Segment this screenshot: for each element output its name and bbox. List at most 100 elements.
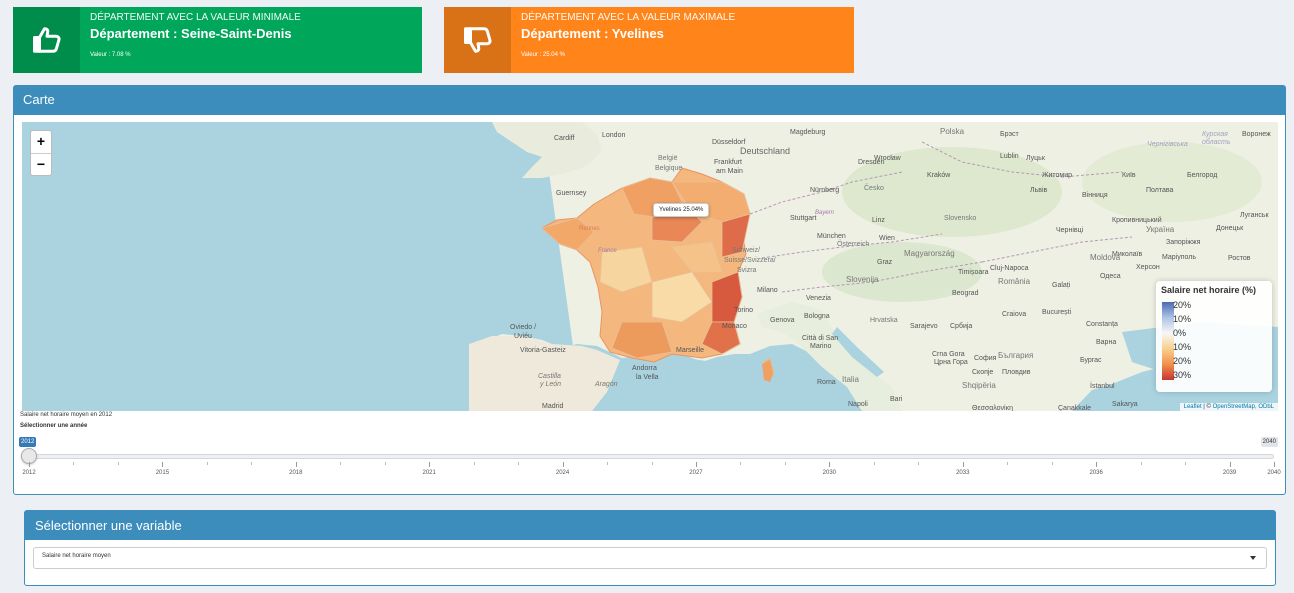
svg-text:Österreich: Österreich — [837, 240, 869, 248]
zoom-out-button[interactable]: − — [31, 153, 51, 175]
svg-text:Брэст: Брэст — [1000, 131, 1020, 138]
slider-current-value: 2012 — [19, 437, 37, 447]
svg-text:Graz: Graz — [877, 259, 893, 266]
svg-text:Θεσσαλονίκη: Θεσσαλονίκη — [972, 404, 1013, 411]
svg-text:Sarajevo: Sarajevo — [910, 323, 938, 330]
svg-text:Frankfurt: Frankfurt — [714, 159, 742, 166]
svg-text:Magdeburg: Magdeburg — [790, 129, 826, 136]
svg-text:München: München — [817, 233, 846, 240]
svg-text:Nürnberg: Nürnberg — [810, 187, 839, 194]
svg-text:France: France — [598, 248, 617, 254]
svg-text:Херсон: Херсон — [1136, 264, 1160, 271]
svg-text:Suisse/Svizzera/: Suisse/Svizzera/ — [724, 257, 776, 264]
legend-label: 10% — [1173, 342, 1192, 352]
min-box-value: Valeur : 7.08 % — [90, 52, 131, 58]
svg-text:Milano: Milano — [757, 287, 778, 294]
svg-text:Донецьк: Донецьк — [1216, 225, 1244, 232]
year-slider-label: Sélectionner une année — [20, 423, 88, 429]
slider-tick — [295, 462, 297, 467]
svg-text:Луганськ: Луганськ — [1240, 212, 1269, 219]
svg-text:Torino: Torino — [734, 307, 753, 314]
svg-text:Львів: Львів — [1030, 186, 1048, 194]
slider-tick-label: 2039 — [1222, 470, 1237, 476]
max-box-value: Valeur : 25.04 % — [521, 52, 565, 58]
svg-text:Çanakkale: Çanakkale — [1058, 405, 1091, 411]
svg-text:België: België — [658, 155, 678, 162]
legend-label: 30% — [1173, 370, 1192, 380]
slider-tick-label: 2015 — [155, 470, 170, 476]
thumbs-up-icon — [13, 7, 80, 73]
svg-text:Белгород: Белгород — [1187, 172, 1217, 179]
slider-tick — [251, 462, 253, 465]
svg-text:Magyarország: Magyarország — [904, 249, 955, 258]
svg-text:Timișoara: Timișoara — [958, 269, 989, 276]
leaflet-map[interactable]: Cardiff London Düsseldorf Deutschland Ma… — [22, 122, 1278, 411]
map-panel-header: Carte — [14, 86, 1285, 115]
max-value-infobox: DÉPARTEMENT AVEC LA VALEUR MAXIMALE Dépa… — [444, 7, 854, 73]
svg-text:Воронеж: Воронеж — [1242, 131, 1271, 138]
svg-text:Варна: Варна — [1096, 339, 1116, 346]
svg-text:am Main: am Main — [716, 168, 743, 175]
svg-text:Andorra: Andorra — [632, 365, 657, 372]
svg-text:Cluj-Napoca: Cluj-Napoca — [990, 265, 1029, 272]
slider-tick — [73, 462, 75, 465]
attribution-separator: | © — [1201, 404, 1213, 410]
legend-title: Salaire net horaire (%) — [1161, 285, 1257, 295]
slider-tick — [607, 462, 609, 465]
svg-text:Venezia: Venezia — [806, 295, 831, 302]
map-basemap: Cardiff London Düsseldorf Deutschland Ma… — [469, 122, 1278, 411]
svg-text:Wrocław: Wrocław — [874, 155, 902, 162]
svg-text:Hrvatska: Hrvatska — [870, 317, 898, 324]
svg-text:Roma: Roma — [817, 379, 836, 386]
slider-tick — [429, 462, 431, 467]
slider-tick-label: 2018 — [289, 470, 303, 476]
zoom-in-button[interactable]: + — [31, 131, 51, 153]
map-tooltip: Yvelines 25.04% — [653, 203, 710, 217]
svg-text:България: България — [998, 351, 1033, 360]
slider-tick — [1185, 462, 1187, 465]
svg-text:Slovensko: Slovensko — [944, 215, 976, 222]
variable-panel-header: Sélectionner une variable — [25, 511, 1275, 540]
slider-tick — [740, 462, 742, 465]
leaflet-link[interactable]: Leaflet — [1184, 404, 1202, 410]
year-slider-track[interactable] — [29, 454, 1274, 459]
osm-link[interactable]: OpenStreetMap, ODbL — [1213, 404, 1274, 410]
svg-text:București: București — [1042, 309, 1072, 316]
slider-tick-label: 2030 — [822, 470, 837, 476]
slider-tick — [162, 462, 164, 467]
svg-text:la Vella: la Vella — [636, 374, 659, 381]
variable-select[interactable]: Salaire net horaire moyen — [33, 547, 1267, 569]
min-box-title: Département : Seine-Saint-Denis — [90, 26, 292, 41]
max-box-subtitle: DÉPARTEMENT AVEC LA VALEUR MAXIMALE — [521, 12, 736, 23]
slider-tick — [651, 462, 653, 465]
zoom-control: + − — [30, 130, 52, 176]
svg-text:Cardiff: Cardiff — [554, 135, 575, 142]
svg-text:Città di San: Città di San — [802, 335, 838, 342]
slider-tick-label: 2036 — [1089, 470, 1103, 476]
svg-text:Moldova: Moldova — [1090, 253, 1121, 262]
slider-tick-label: 2021 — [422, 470, 436, 476]
svg-text:Wien: Wien — [879, 235, 895, 242]
svg-text:область: область — [1202, 138, 1231, 146]
svg-text:Slovenija: Slovenija — [846, 275, 879, 284]
svg-text:London: London — [602, 132, 625, 139]
map-legend: Salaire net horaire (%) 20% 10% 0% 10% 2… — [1156, 281, 1272, 392]
svg-text:Ростов: Ростов — [1228, 255, 1251, 262]
svg-text:Вінниця: Вінниця — [1082, 191, 1108, 199]
map-panel: Carte Cardiff London Düsseldorf Deutschl… — [13, 85, 1286, 495]
svg-text:Rennes: Rennes — [579, 226, 600, 232]
svg-text:Italia: Italia — [842, 375, 859, 384]
map-attribution: Leaflet | © OpenStreetMap, ODbL — [1179, 403, 1278, 411]
slider-tick — [784, 462, 786, 465]
svg-text:Київ: Київ — [1122, 172, 1136, 179]
svg-text:Deutschland: Deutschland — [740, 146, 790, 156]
slider-tick — [1007, 462, 1009, 465]
svg-text:Одеса: Одеса — [1100, 273, 1121, 280]
slider-tick-label: 2012 — [22, 470, 36, 476]
min-value-infobox: DÉPARTEMENT AVEC LA VALEUR MINIMALE Dépa… — [13, 7, 422, 73]
legend-label: 20% — [1173, 356, 1192, 366]
svg-text:Пловдив: Пловдив — [1002, 369, 1031, 376]
svg-text:София: София — [974, 355, 997, 362]
slider-tick — [918, 462, 920, 465]
svg-text:Lublin: Lublin — [1000, 153, 1019, 160]
